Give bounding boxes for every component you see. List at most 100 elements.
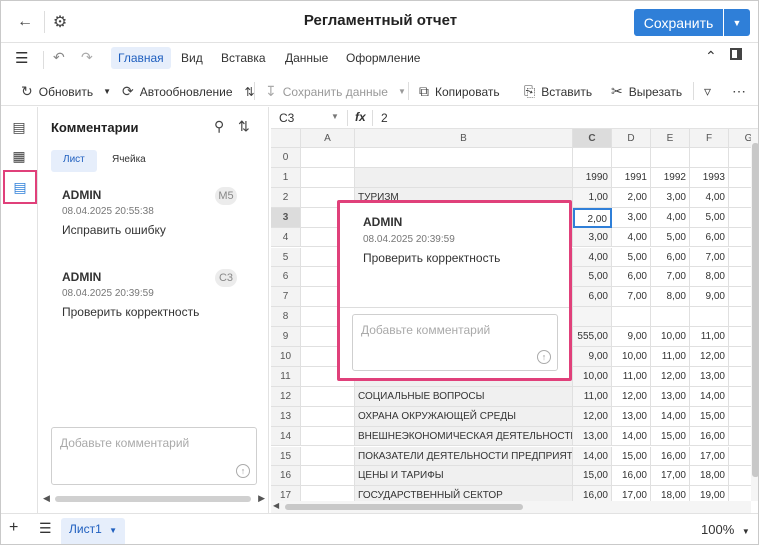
grid-cell[interactable]: 10,00 [573, 366, 612, 387]
grid-cell[interactable] [301, 406, 355, 427]
filter-icon[interactable]: ▿ [704, 83, 711, 100]
undo-icon[interactable]: ↶ [53, 49, 65, 66]
grid-cell[interactable]: 5,00 [612, 247, 651, 268]
grid-cell[interactable]: 12,00 [573, 406, 612, 427]
grid-cell[interactable] [301, 426, 355, 447]
grid-cell[interactable]: 1992 [651, 167, 690, 188]
grid-cell[interactable]: 18,00 [651, 486, 690, 501]
row-header[interactable]: 12 [271, 386, 301, 407]
menu-tab-home[interactable]: Главная [111, 47, 171, 69]
grid-cell[interactable]: 6,00 [690, 227, 729, 248]
row-header[interactable]: 0 [271, 148, 301, 168]
grid-cell[interactable] [301, 148, 355, 168]
column-header[interactable]: D [612, 129, 651, 148]
grid-cell[interactable]: 17,00 [651, 466, 690, 487]
grid-cell[interactable]: 5,00 [573, 267, 612, 288]
grid-cell[interactable]: 8,00 [651, 287, 690, 308]
grid-cell[interactable]: 15 [729, 387, 751, 407]
grid-cell[interactable]: 17,00 [612, 486, 651, 501]
cut-button[interactable]: ✂ Вырезать [611, 83, 682, 100]
grid-cell[interactable]: 3,00 [612, 207, 651, 228]
vertical-scrollbar[interactable] [751, 129, 758, 501]
grid-cell[interactable] [573, 307, 612, 328]
grid-cell[interactable]: 14,00 [612, 426, 651, 447]
grid-cell[interactable] [301, 386, 355, 407]
hierarchy-icon[interactable]: ▦ [7, 144, 31, 168]
grid-cell[interactable]: 6,00 [573, 287, 612, 308]
column-header[interactable]: C [573, 129, 612, 148]
paste-button[interactable]: ⎘ Вставить [524, 83, 592, 100]
column-header[interactable]: F [690, 129, 729, 148]
grid-cell[interactable]: 4,00 [612, 227, 651, 248]
comment-item[interactable]: ADMIN 08.04.2025 20:39:59 Проверить корр… [62, 270, 199, 319]
grid-cell[interactable]: 9,00 [690, 287, 729, 308]
chevron-down-icon[interactable]: ▼ [331, 112, 339, 121]
panel-toggle-icon[interactable] [730, 48, 742, 63]
grid-cell[interactable]: 15,00 [651, 426, 690, 447]
grid-cell[interactable]: 1,00 [573, 187, 612, 208]
row-header[interactable]: 11 [271, 366, 301, 387]
zoom-level[interactable]: 100% ▼ [701, 522, 750, 537]
grid-cell[interactable]: 7 [729, 228, 751, 248]
row-header[interactable]: 1 [271, 167, 301, 188]
row-header[interactable]: 9 [271, 327, 301, 347]
cell-reference[interactable]: C3 [279, 111, 294, 125]
grid-cell[interactable]: 13,00 [573, 426, 612, 447]
grid-cell[interactable]: 16,00 [651, 446, 690, 467]
grid-cell[interactable]: 11,00 [651, 347, 690, 367]
column-header[interactable]: G [729, 129, 751, 148]
grid-cell[interactable]: 15,00 [573, 466, 612, 487]
row-header[interactable]: 3 [271, 207, 301, 228]
grid-cell[interactable]: 5 [729, 188, 751, 208]
grid-cell[interactable]: 13,00 [612, 406, 651, 427]
grid-cell[interactable] [651, 307, 690, 328]
grid-cell[interactable] [301, 167, 355, 188]
sheet-list-icon[interactable]: ☰ [39, 520, 52, 537]
column-header[interactable]: E [651, 129, 690, 148]
grid-cell[interactable]: 14 [729, 367, 751, 387]
row-header[interactable]: 13 [271, 406, 301, 427]
select-all-corner[interactable] [271, 129, 301, 148]
grid-cell[interactable]: 1990 [573, 167, 612, 188]
row-header[interactable]: 2 [271, 187, 301, 208]
grid-cell[interactable]: 16,00 [573, 486, 612, 501]
grid-cell[interactable]: 4,00 [573, 247, 612, 268]
grid-cell[interactable]: 17,00 [690, 446, 729, 467]
horizontal-scrollbar[interactable]: ◀ [271, 501, 751, 513]
tab-cell[interactable]: Ячейка [100, 150, 158, 172]
grid-cell[interactable]: 12,00 [651, 366, 690, 387]
grid-cell[interactable]: 7,00 [690, 247, 729, 268]
grid-cell[interactable] [573, 148, 612, 168]
grid-cell[interactable]: 13 [729, 347, 751, 367]
menu-tab-data[interactable]: Данные [285, 51, 328, 65]
send-icon[interactable]: ↑ [236, 464, 250, 478]
menu-tab-insert[interactable]: Вставка [221, 51, 266, 65]
menu-tab-format[interactable]: Оформление [346, 51, 420, 65]
copy-button[interactable]: ⧉ Копировать [419, 83, 500, 100]
grid-cell[interactable]: 15,00 [690, 406, 729, 427]
grid-cell[interactable]: СОЦИАЛЬНЫЕ ВОПРОСЫ [355, 386, 573, 407]
grid-cell[interactable]: 15,00 [612, 446, 651, 467]
grid-cell[interactable]: 19,00 [690, 486, 729, 501]
grid-cell[interactable] [301, 446, 355, 467]
grid-cell[interactable] [301, 466, 355, 487]
grid-cell[interactable]: 9,00 [612, 327, 651, 347]
grid-cell[interactable] [612, 307, 651, 328]
panel-scrollbar[interactable]: ◀ ▶ [43, 493, 265, 505]
autorefresh-button[interactable]: ⟳ Автообновление ⇅ [122, 83, 255, 100]
row-header[interactable]: 5 [271, 247, 301, 268]
grid-cell[interactable] [729, 307, 751, 328]
grid-cell[interactable]: 16,00 [690, 426, 729, 447]
grid-cell[interactable]: 11,00 [612, 366, 651, 387]
grid-cell[interactable]: 10 [729, 287, 751, 308]
row-header[interactable]: 16 [271, 466, 301, 487]
row-header[interactable]: 7 [271, 287, 301, 308]
collapse-ribbon-icon[interactable]: ⌃ [705, 48, 717, 65]
grid-cell[interactable]: 5,00 [651, 227, 690, 248]
redo-icon[interactable]: ↷ [81, 49, 93, 66]
add-sheet-icon[interactable]: + [9, 519, 18, 537]
grid-cell[interactable] [355, 148, 573, 168]
hamburger-icon[interactable]: ☰ [15, 49, 28, 67]
grid-cell[interactable] [729, 148, 751, 168]
save-button[interactable]: Сохранить [634, 9, 723, 36]
